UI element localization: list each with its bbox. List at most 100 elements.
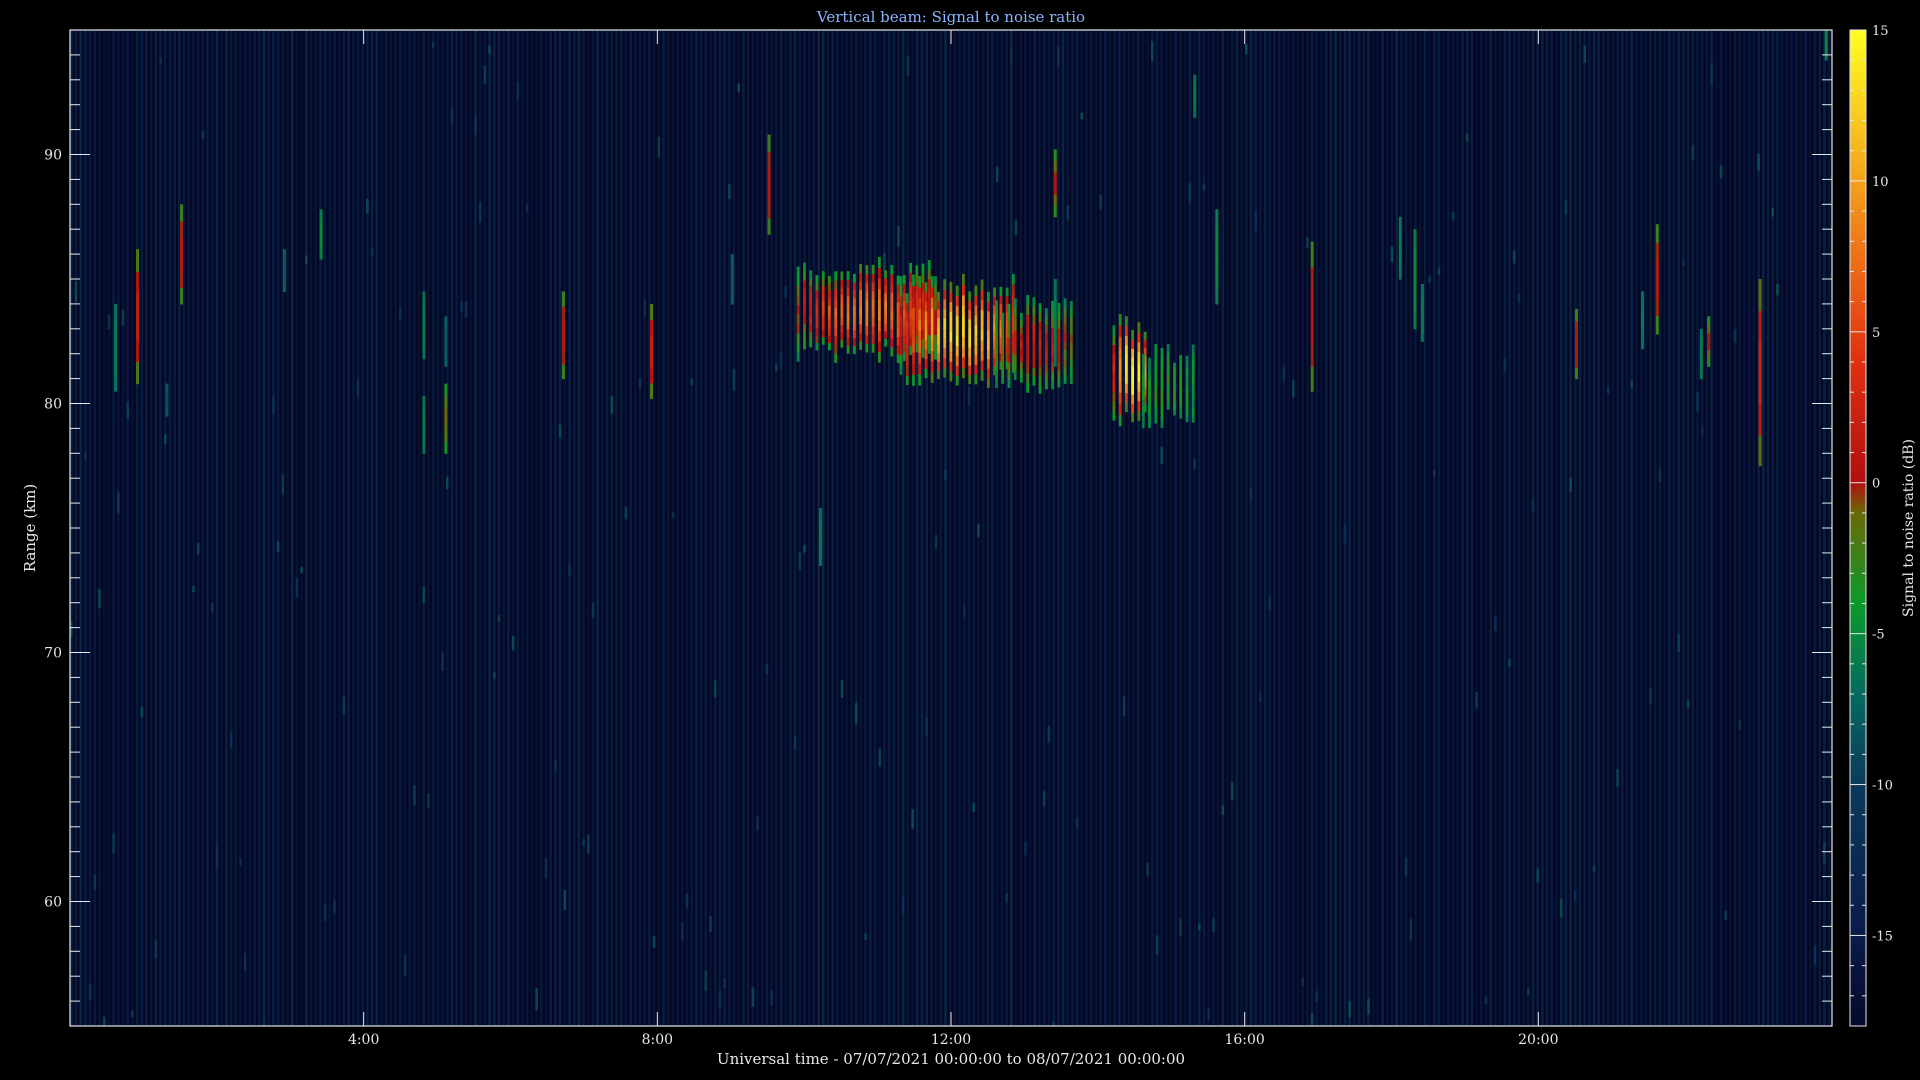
- echo-streak-cell: [1193, 81, 1197, 90]
- echo-layer-cell: [912, 274, 915, 287]
- echo-layer-cell: [927, 344, 931, 354]
- noise-column: [549, 30, 552, 1026]
- noise-column: [399, 30, 402, 1026]
- echo-streak-cell: [444, 406, 448, 419]
- echo-layer-cell: [912, 285, 915, 298]
- noise-column: [300, 30, 303, 1026]
- noise-column: [685, 30, 689, 1026]
- echo-layer-cell: [1166, 376, 1170, 384]
- echo-layer-cell: [1141, 405, 1145, 414]
- echo-layer-cell: [846, 344, 850, 354]
- echo-layer-cell: [1173, 404, 1176, 411]
- noise-column: [323, 30, 327, 1026]
- echo-streak-cell: [422, 434, 426, 445]
- noise-column: [295, 30, 299, 1026]
- noise-column: [671, 30, 675, 1026]
- noise-speckle: [737, 83, 740, 93]
- noise-speckle: [972, 802, 975, 812]
- echo-layer-cell: [1013, 346, 1017, 356]
- noise-speckle: [1188, 182, 1192, 204]
- noise-column: [178, 30, 181, 1026]
- echo-streak-cell: [1310, 291, 1314, 317]
- x-axis-label: Universal time - 07/07/2021 00:00:00 to …: [717, 1050, 1185, 1068]
- echo-layer-cell: [865, 273, 869, 284]
- noise-column: [535, 30, 538, 1026]
- noise-column: [361, 30, 364, 1026]
- noise-speckle: [657, 136, 661, 158]
- noise-column: [1541, 30, 1544, 1026]
- noise-column: [135, 30, 139, 1026]
- echo-layer-cell: [1131, 330, 1134, 340]
- echo-layer-cell: [796, 332, 800, 343]
- noise-speckle: [1592, 865, 1596, 872]
- noise-column: [887, 30, 891, 1026]
- noise-speckle: [342, 696, 346, 715]
- echo-layer-cell: [995, 309, 998, 319]
- noise-column: [1014, 30, 1018, 1026]
- echo-layer-cell: [1069, 342, 1073, 352]
- echo-layer-cell: [937, 343, 940, 354]
- noise-column: [121, 30, 125, 1026]
- noise-column: [1729, 30, 1732, 1026]
- noise-speckle: [1682, 259, 1685, 267]
- echo-layer-cell: [1185, 355, 1189, 363]
- echo-layer-cell: [921, 291, 925, 302]
- noise-column: [732, 30, 736, 1026]
- echo-layer-cell: [878, 320, 881, 332]
- echo-layer-cell: [871, 291, 875, 301]
- echo-streak-cell: [1215, 288, 1219, 305]
- echo-layer-cell: [828, 320, 831, 329]
- echo-layer-cell: [1185, 375, 1189, 383]
- echo-streak-cell: [730, 262, 734, 272]
- echo-layer-cell: [878, 267, 881, 279]
- echo-layer-cell: [902, 300, 906, 310]
- echo-streak-cell: [422, 313, 426, 326]
- echo-streak-cell: [1053, 308, 1057, 324]
- noise-column: [1146, 30, 1149, 1026]
- noise-speckle: [333, 899, 336, 914]
- noise-column: [258, 30, 261, 1026]
- echo-layer-cell: [1131, 375, 1134, 386]
- noise-column: [1672, 30, 1676, 1026]
- echo-layer-cell: [828, 342, 831, 351]
- noise-speckle: [1757, 153, 1760, 171]
- echo-streak-cell: [1193, 110, 1197, 118]
- echo-layer-cell: [949, 311, 953, 322]
- noise-speckle: [1630, 380, 1633, 388]
- noise-column: [591, 30, 595, 1026]
- noise-column: [1315, 30, 1319, 1026]
- echo-streak-cell: [1413, 295, 1417, 313]
- echo-layer-cell: [1057, 378, 1061, 388]
- echo-layer-cell: [853, 337, 856, 347]
- noise-speckle: [1202, 183, 1206, 191]
- echo-layer-cell: [909, 308, 912, 319]
- echo-layer-cell: [821, 322, 825, 331]
- echo-layer-cell: [1185, 401, 1189, 409]
- echo-layer-cell: [859, 315, 862, 325]
- noise-column: [1489, 30, 1492, 1026]
- noise-column: [746, 30, 750, 1026]
- noise-column: [1766, 30, 1770, 1026]
- noise-speckle: [488, 45, 491, 54]
- echo-layer-cell: [896, 319, 900, 329]
- echo-layer-cell: [803, 262, 806, 272]
- noise-column: [1235, 30, 1239, 1026]
- noise-column: [615, 30, 618, 1026]
- noise-column: [1663, 30, 1666, 1026]
- echo-layer-cell: [803, 271, 806, 281]
- echo-streak-cell: [1655, 279, 1659, 298]
- noise-column: [450, 30, 454, 1026]
- echo-layer-cell: [803, 323, 806, 333]
- noise-column: [1042, 30, 1046, 1026]
- noise-column: [1259, 30, 1262, 1026]
- echo-streak-cell: [1575, 332, 1578, 345]
- noise-column: [554, 30, 557, 1026]
- echo-layer-cell: [1032, 323, 1036, 333]
- echo-layer-cell: [1141, 354, 1145, 362]
- echo-layer-cell: [796, 276, 800, 287]
- echo-layer-cell: [937, 317, 940, 328]
- y-axis-label: Range (km): [21, 484, 39, 573]
- echo-layer-cell: [962, 315, 965, 327]
- noise-speckle: [192, 585, 195, 593]
- noise-speckle: [652, 935, 656, 948]
